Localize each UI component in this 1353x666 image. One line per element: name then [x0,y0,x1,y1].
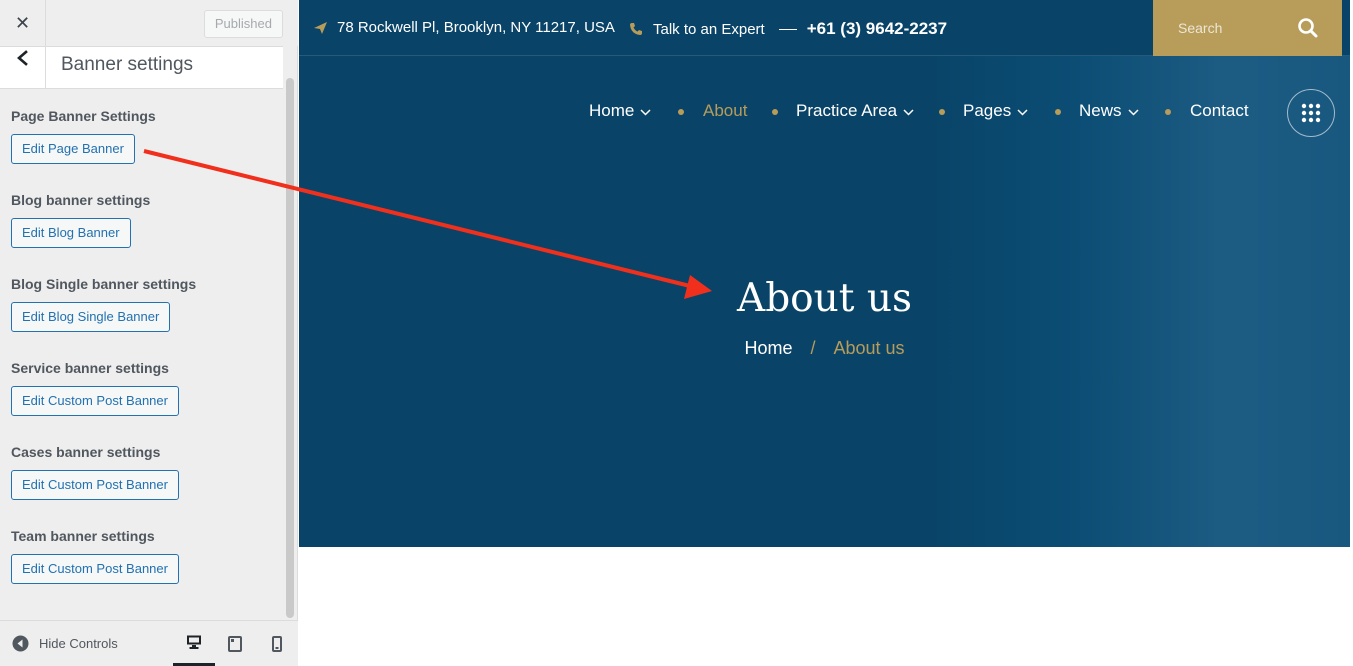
chevron-down-icon [1127,108,1139,116]
nav-label: Home [589,101,635,120]
customizer-sidebar: ✕ Published Banner settings Page Banner … [0,0,298,666]
search-box [1153,0,1342,56]
nav-item-news[interactable]: News [1079,101,1139,121]
nav-separator-dot [1165,109,1171,115]
nav-item-home[interactable]: Home [589,101,651,121]
tablet-icon [228,636,242,652]
breadcrumb-home-link[interactable]: Home [744,338,792,358]
phone-icon [630,23,642,35]
nav-separator-dot [1055,109,1061,115]
chevron-down-icon [903,108,914,116]
edit-service-banner-button[interactable]: Edit Custom Post Banner [11,386,179,416]
edit-page-banner-button[interactable]: Edit Page Banner [11,134,135,164]
panel-header: Banner settings [0,46,283,89]
nav-item-practice-area[interactable]: Practice Area [796,101,914,121]
settings-group-page-banner: Page Banner Settings Edit Page Banner [11,108,281,192]
preview-tablet-button[interactable] [214,621,256,666]
chevron-left-icon [16,50,28,66]
desktop-icon [187,635,201,649]
address-text: 78 Rockwell Pl, Brooklyn, NY 11217, USA [337,19,615,36]
breadcrumb-current: About us [833,338,905,358]
grid-dots-icon [1301,103,1321,123]
group-label: Blog Single banner settings [11,276,197,292]
settings-group-blog-single-banner: Blog Single banner settings Edit Blog Si… [11,276,281,360]
edit-cases-banner-button[interactable]: Edit Custom Post Banner [11,470,179,500]
page-title: About us [737,276,912,321]
preview-mobile-button[interactable] [256,621,298,666]
close-customizer-button[interactable]: ✕ [0,0,46,46]
talk-expert-text: Talk to an Expert [653,20,765,38]
published-button[interactable]: Published [203,10,283,38]
hide-controls-label: Hide Controls [39,636,118,651]
preview-desktop-button[interactable] [173,621,215,666]
chevron-down-icon [640,108,651,116]
search-button[interactable] [1295,15,1321,41]
panel-title: Banner settings [61,54,194,75]
customizer-footer: Hide Controls [0,620,298,666]
search-icon [1298,18,1318,38]
breadcrumb-separator: / [810,338,816,358]
page-banner: 78 Rockwell Pl, Brooklyn, NY 11217, USA … [299,0,1350,547]
back-button[interactable] [0,47,46,89]
nav-label: Practice Area [796,101,898,120]
group-label: Service banner settings [11,360,169,376]
settings-group-cases-banner: Cases banner settings Edit Custom Post B… [11,444,281,528]
site-preview: 78 Rockwell Pl, Brooklyn, NY 11217, USA … [299,0,1350,666]
address-info: 78 Rockwell Pl, Brooklyn, NY 11217, USA [313,19,615,36]
divider [778,28,797,30]
sidebar-scrollbar[interactable] [286,78,294,618]
breadcrumb: Home / About us [299,338,1350,359]
nav-label: About [703,101,748,120]
customizer-header: ✕ Published [0,0,298,46]
group-label: Blog banner settings [11,192,151,208]
settings-group-blog-banner: Blog banner settings Edit Blog Banner [11,192,281,276]
banner-settings-list: Page Banner Settings Edit Page Banner Bl… [11,108,281,612]
settings-group-team-banner: Team banner settings Edit Custom Post Ba… [11,528,281,612]
nav-label: News [1079,101,1122,120]
hide-controls-button[interactable]: Hide Controls [12,635,118,652]
group-label: Team banner settings [11,528,155,544]
customizer-window: ✕ Published Banner settings Page Banner … [0,0,1353,666]
phone-number-link[interactable]: +61 (3) 9642-2237 [807,19,947,39]
nav-separator-dot [939,109,945,115]
search-input[interactable] [1153,0,1293,56]
paper-plane-icon [314,21,327,34]
main-navigation: Home About Practice Area Pages News Cont… [299,96,1350,128]
nav-label: Contact [1190,101,1249,120]
edit-blog-banner-button[interactable]: Edit Blog Banner [11,218,131,248]
collapse-arrow-icon [12,635,29,652]
header-topbar: 78 Rockwell Pl, Brooklyn, NY 11217, USA … [299,0,1350,56]
nav-separator-dot [678,109,684,115]
nav-label: Pages [963,101,1012,120]
edit-team-banner-button[interactable]: Edit Custom Post Banner [11,554,179,584]
group-label: Page Banner Settings [11,108,156,124]
nav-item-contact[interactable]: Contact [1190,101,1249,121]
nav-separator-dot [772,109,778,115]
chevron-down-icon [1017,108,1028,116]
group-label: Cases banner settings [11,444,161,460]
expert-info: Talk to an Expert +61 (3) 9642-2237 [629,19,947,39]
mobile-icon [272,636,282,652]
offcanvas-menu-button[interactable] [1287,89,1335,137]
edit-blog-single-banner-button[interactable]: Edit Blog Single Banner [11,302,171,332]
nav-item-pages[interactable]: Pages [963,101,1028,121]
settings-group-service-banner: Service banner settings Edit Custom Post… [11,360,281,444]
nav-item-about[interactable]: About [703,101,747,121]
